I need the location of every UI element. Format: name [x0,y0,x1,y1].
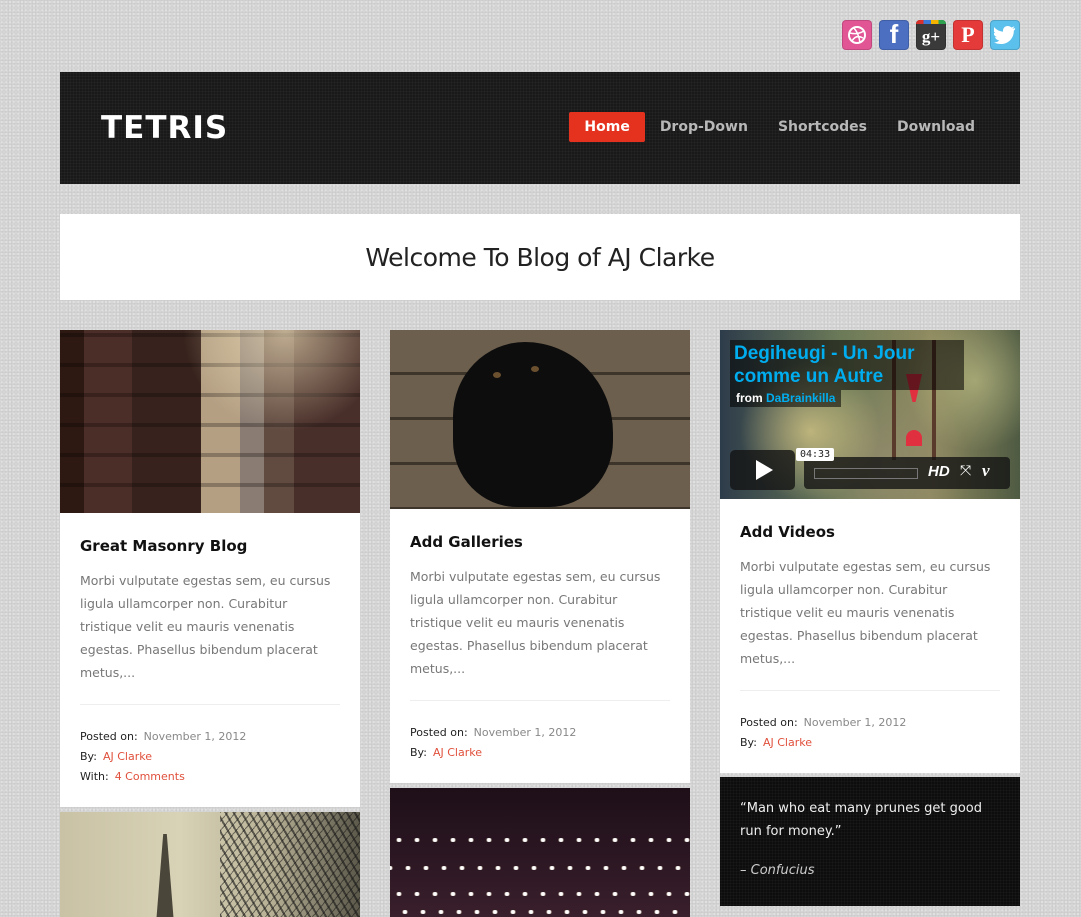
video-from-label: from [736,391,763,405]
video-player[interactable]: Degiheugi - Un Jour comme un Autre from … [720,330,1020,499]
video-from: from DaBrainkilla [730,390,842,407]
main-nav: Home Drop-Down Shortcodes Download [569,112,990,142]
quote-text: “Man who eat many prunes get good run fo… [740,801,983,839]
video-controls: HD ⤧ v [804,457,1010,489]
by-label: By: [410,746,427,759]
string-lights [390,866,690,870]
video-title[interactable]: Degiheugi - Un Jour comme un Autre [730,340,964,390]
author-link[interactable]: AJ Clarke [433,743,482,763]
eiffel-tower-image [156,834,174,917]
play-button[interactable] [730,450,795,490]
google-plus-glyph: g+ [921,27,941,46]
post-excerpt: Morbi vulputate egestas sem, eu cursus l… [740,555,1000,691]
fullscreen-icon[interactable]: ⤧ [960,463,971,479]
pinterest-icon[interactable]: P [953,20,983,50]
post-title[interactable]: Add Videos [740,523,1000,541]
post-thumbnail-dog[interactable] [390,330,690,509]
post-card: Degiheugi - Un Jour comme un Autre from … [720,330,1020,773]
post-thumbnail-buildings[interactable] [60,330,360,513]
video-duration: 04:33 [796,448,835,461]
welcome-title: Welcome To Blog of AJ Clarke [365,242,715,272]
post-excerpt: Morbi vulputate egestas sem, eu cursus l… [410,565,670,701]
dribbble-icon[interactable] [842,20,872,50]
hd-button[interactable]: HD [928,463,950,480]
welcome-banner: Welcome To Blog of AJ Clarke [60,214,1020,300]
post-meta: Posted on: November 1, 2012 By: AJ Clarke [410,701,670,783]
post-title[interactable]: Great Masonry Blog [80,537,340,555]
twitter-icon[interactable] [990,20,1020,50]
author-link[interactable]: AJ Clarke [763,733,812,753]
quote-author: – Confucius [740,863,815,878]
post-meta: Posted on: November 1, 2012 By: AJ Clarke [740,691,1000,773]
pinterest-glyph: P [961,22,975,47]
author-link[interactable]: AJ Clarke [103,747,152,767]
video-channel-link[interactable]: DaBrainkilla [766,391,835,405]
google-plus-icon[interactable]: g+ [916,20,946,50]
post-thumbnail-lights[interactable] [390,788,690,917]
vimeo-icon[interactable]: v [982,461,990,481]
site-logo[interactable]: TETRIS [101,110,228,146]
social-icons: f g+ P [842,20,1020,50]
quote-card: “Man who eat many prunes get good run fo… [720,777,1020,906]
post-card: Add Galleries Morbi vulputate egestas se… [390,330,690,783]
nav-item-shortcodes[interactable]: Shortcodes [763,112,882,142]
string-lights [390,838,690,842]
posted-on-label: Posted on: [740,716,798,729]
string-lights [390,910,690,914]
by-label: By: [740,736,757,749]
nav-item-drop-down[interactable]: Drop-Down [645,112,763,142]
with-label: With: [80,770,109,783]
by-label: By: [80,750,97,763]
post-meta: Posted on: November 1, 2012 By: AJ Clarke … [80,705,340,807]
posted-on-label: Posted on: [80,730,138,743]
video-progress-bar[interactable] [814,468,918,479]
facebook-icon[interactable]: f [879,20,909,50]
string-lights [390,892,690,896]
nav-item-home[interactable]: Home [569,112,645,142]
nav-item-download[interactable]: Download [882,112,990,142]
post-date: November 1, 2012 [473,726,577,739]
site-header: TETRIS Home Drop-Down Shortcodes Downloa… [60,72,1020,184]
dog-image [453,342,613,507]
post-date: November 1, 2012 [803,716,907,729]
tree-branches-image [220,812,360,917]
facebook-glyph: f [889,20,899,49]
post-title[interactable]: Add Galleries [410,533,670,551]
posted-on-label: Posted on: [410,726,468,739]
comments-link[interactable]: 4 Comments [115,767,185,787]
post-excerpt: Morbi vulputate egestas sem, eu cursus l… [80,569,340,705]
post-date: November 1, 2012 [143,730,247,743]
post-card: Great Masonry Blog Morbi vulputate egest… [60,330,360,807]
post-thumbnail-eiffel[interactable] [60,812,360,917]
